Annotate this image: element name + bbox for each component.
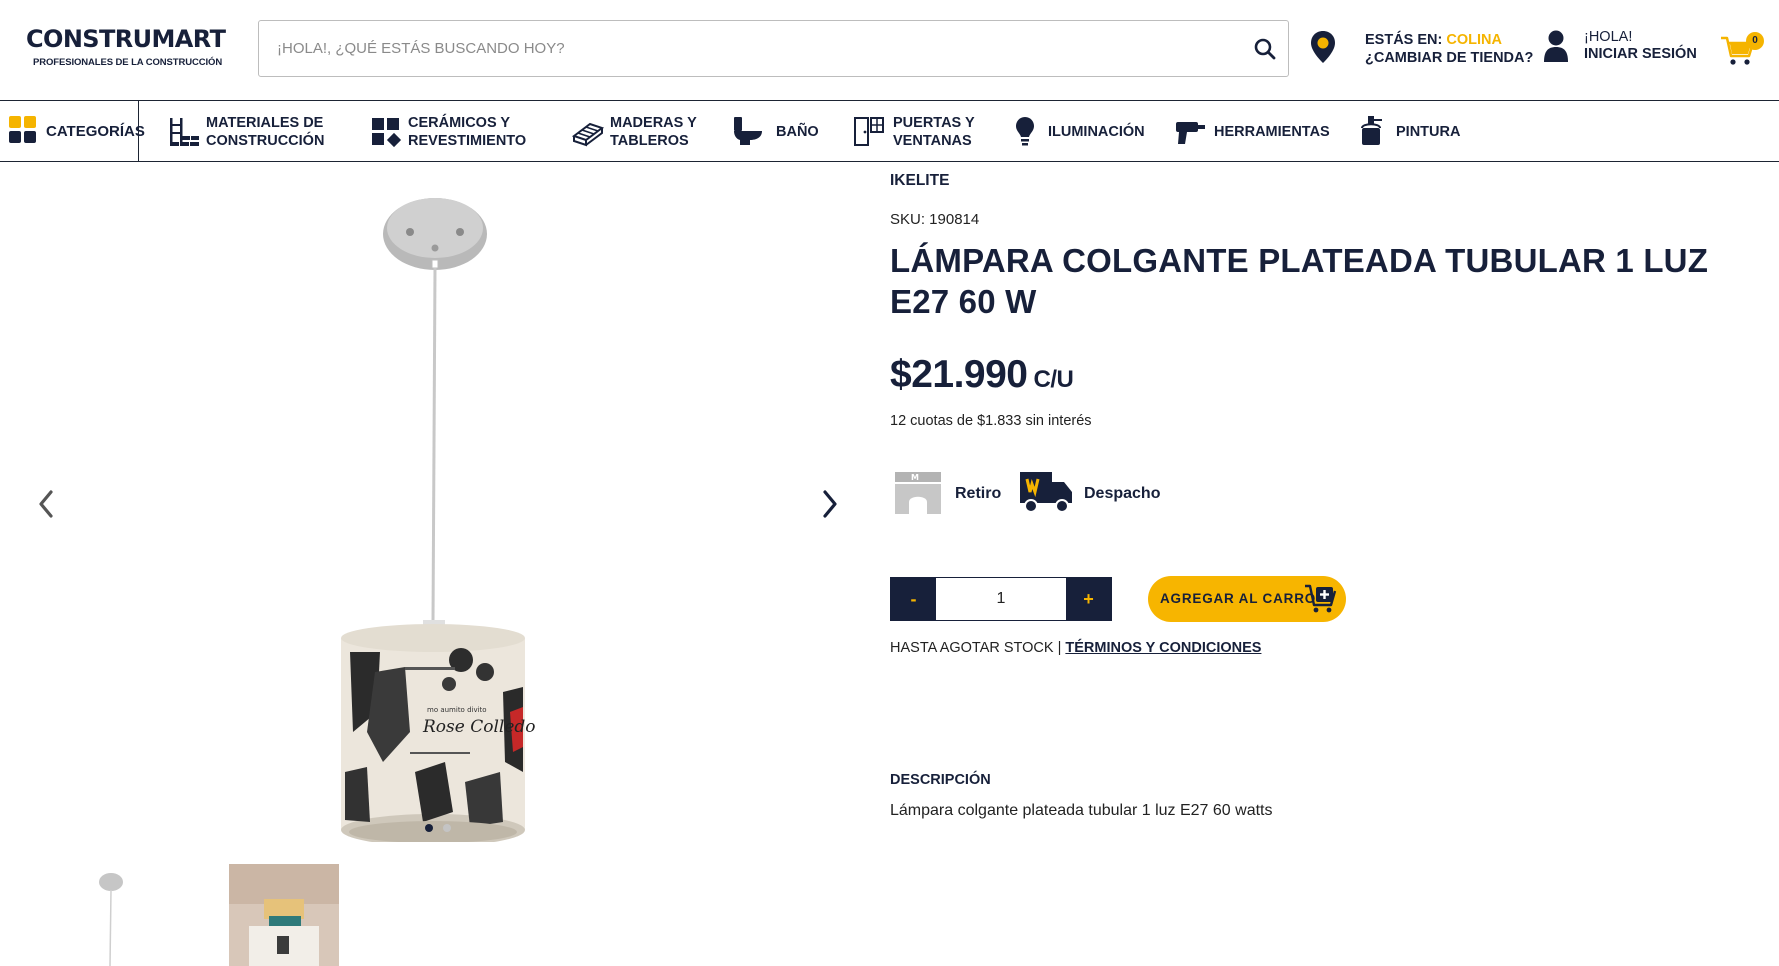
category-nav: CATEGORÍAS MATERIALES DE CONSTRUCCIÓN CE… <box>0 101 1779 162</box>
thumbnail-1[interactable] <box>26 864 196 966</box>
nav-label-line2: TABLEROS <box>610 133 689 149</box>
delivery-label: Despacho <box>1084 485 1161 502</box>
description-heading: DESCRIPCIÓN <box>890 772 991 788</box>
lightbulb-icon <box>1016 117 1034 146</box>
grid-icon <box>9 116 36 143</box>
nav-item-bano[interactable]: BAÑO <box>732 101 822 161</box>
cart-button[interactable]: 0 <box>1720 30 1765 70</box>
nav-item-pintura[interactable]: PINTURA <box>1358 101 1478 161</box>
nav-item-ceramicos[interactable]: CERÁMICOS Y REVESTIMIENTO <box>370 101 540 161</box>
nav-item-materiales[interactable]: MATERIALES DE CONSTRUCCIÓN <box>168 101 338 161</box>
nav-label-line1: MATERIALES DE <box>206 115 324 131</box>
product-brand[interactable]: IKELITE <box>890 172 949 190</box>
nav-label-line2: VENTANAS <box>893 133 972 149</box>
nav-item-label: HERRAMIENTAS <box>1214 124 1330 140</box>
nav-item-label: MADERAS Y TABLEROS <box>610 114 697 150</box>
delivery-option: Despacho <box>1018 470 1168 518</box>
search-button[interactable] <box>1252 36 1278 62</box>
chevron-left-icon <box>39 490 53 518</box>
store-name: COLINA <box>1446 32 1502 48</box>
installments-text: 12 cuotas de $1.833 sin interés <box>890 413 1092 429</box>
quantity-decrease-button[interactable]: - <box>891 578 936 620</box>
brick-scaffold-icon <box>170 118 199 146</box>
nav-item-iluminacion[interactable]: ILUMINACIÓN <box>1012 101 1152 161</box>
gallery-pagination <box>425 824 465 834</box>
thumbnail-2[interactable] <box>229 864 339 966</box>
login-label: INICIAR SESIÓN <box>1584 46 1697 62</box>
location-pin-icon <box>1311 31 1335 63</box>
nav-item-label: PINTURA <box>1396 124 1461 140</box>
svg-text:M: M <box>911 473 919 482</box>
wood-planks-icon <box>572 122 604 147</box>
price-unit: C/U <box>1033 366 1074 393</box>
nav-item-label: ILUMINACIÓN <box>1048 124 1145 140</box>
price-value: $21.990 <box>890 353 1028 396</box>
stock-text: HASTA AGOTAR STOCK | <box>890 640 1062 656</box>
nav-item-puertas[interactable]: PUERTAS Y VENTANAS <box>853 101 983 161</box>
svg-text:Rose Colledo: Rose Colledo <box>422 717 536 737</box>
drill-icon <box>1176 122 1205 144</box>
nav-label-line1: CERÁMICOS Y <box>408 115 511 131</box>
pagination-dot[interactable] <box>443 824 451 832</box>
categories-menu-button[interactable]: CATEGORÍAS <box>0 101 145 161</box>
logo-wordmark: CONSTRUMART <box>26 25 226 53</box>
product-main-image[interactable]: Rose Colledo mo aumito divito <box>105 172 785 842</box>
cart-count-badge: 0 <box>1746 32 1764 50</box>
store-label: ESTÁS EN: <box>1365 32 1443 48</box>
search-icon <box>1254 38 1276 60</box>
logo-tagline: PROFESIONALES DE LA CONSTRUCCIÓN <box>33 57 223 68</box>
construmart-logo[interactable]: CONSTRUMART PROFESIONALES DE LA CONSTRUC… <box>26 25 226 74</box>
greeting-text: ¡HOLA! <box>1584 29 1633 45</box>
cart-plus-icon <box>1305 584 1337 613</box>
product-title: LÁMPARA COLGANTE PLATEADA TUBULAR 1 LUZ … <box>890 242 1709 320</box>
toilet-icon <box>734 117 762 145</box>
store-selector[interactable]: ESTÁS EN: COLINA ¿CAMBIAR DE TIENDA? <box>1310 30 1533 70</box>
nav-item-herramientas[interactable]: HERRAMIENTAS <box>1174 101 1334 161</box>
terms-link[interactable]: TÉRMINOS Y CONDICIONES <box>1065 640 1261 656</box>
product-gallery: Rose Colledo mo aumito divito <box>0 162 870 966</box>
gallery-prev-button[interactable] <box>30 484 60 524</box>
nav-item-maderas[interactable]: MADERAS Y TABLEROS <box>572 101 712 161</box>
add-to-cart-button[interactable]: AGREGAR AL CARRO <box>1148 576 1346 622</box>
tiles-icon <box>372 118 402 148</box>
store-pickup-icon: M <box>895 472 941 514</box>
svg-text:mo aumito divito: mo aumito divito <box>427 706 487 714</box>
product-price: $21.990 C/U <box>890 353 1074 397</box>
store-current: ESTÁS EN: COLINA <box>1365 32 1502 48</box>
search-bar <box>258 20 1289 77</box>
nav-label-line1: PUERTAS Y <box>893 115 975 131</box>
categories-label: CATEGORÍAS <box>46 123 145 140</box>
quantity-input[interactable] <box>936 578 1066 620</box>
nav-item-label: PUERTAS Y VENTANAS <box>893 114 975 150</box>
delivery-truck-icon <box>1020 472 1072 513</box>
nav-label-line2: CONSTRUCCIÓN <box>206 133 325 149</box>
nav-item-label: MATERIALES DE CONSTRUCCIÓN <box>206 114 324 150</box>
nav-label-line2: REVESTIMIENTO <box>408 133 527 149</box>
nav-item-label: BAÑO <box>776 124 819 140</box>
nav-label-line1: MADERAS Y <box>610 115 697 131</box>
stock-note: HASTA AGOTAR STOCK | TÉRMINOS Y CONDICIO… <box>890 640 1261 656</box>
nav-item-label: CERÁMICOS Y REVESTIMIENTO <box>408 114 526 150</box>
change-store-link[interactable]: ¿CAMBIAR DE TIENDA? <box>1365 50 1533 66</box>
product-sku: SKU: 190814 <box>890 211 980 228</box>
door-window-icon <box>854 117 884 146</box>
description-text: Lámpara colgante plateada tubular 1 luz … <box>890 802 1273 819</box>
pickup-label: Retiro <box>955 485 1002 502</box>
quantity-stepper: - + <box>890 577 1112 621</box>
pagination-dot[interactable] <box>425 824 433 832</box>
paint-bucket-icon <box>1361 116 1382 145</box>
login-link[interactable]: ¡HOLA! INICIAR SESIÓN <box>1542 29 1702 69</box>
site-header: CONSTRUMART PROFESIONALES DE LA CONSTRUC… <box>0 0 1779 101</box>
gallery-next-button[interactable] <box>815 484 845 524</box>
quantity-increase-button[interactable]: + <box>1066 578 1111 620</box>
pickup-option: M Retiro <box>893 470 1003 518</box>
user-icon <box>1544 30 1568 62</box>
search-input[interactable] <box>277 21 1217 76</box>
chevron-right-icon <box>823 490 837 518</box>
add-to-cart-label: AGREGAR AL CARRO <box>1160 591 1317 606</box>
